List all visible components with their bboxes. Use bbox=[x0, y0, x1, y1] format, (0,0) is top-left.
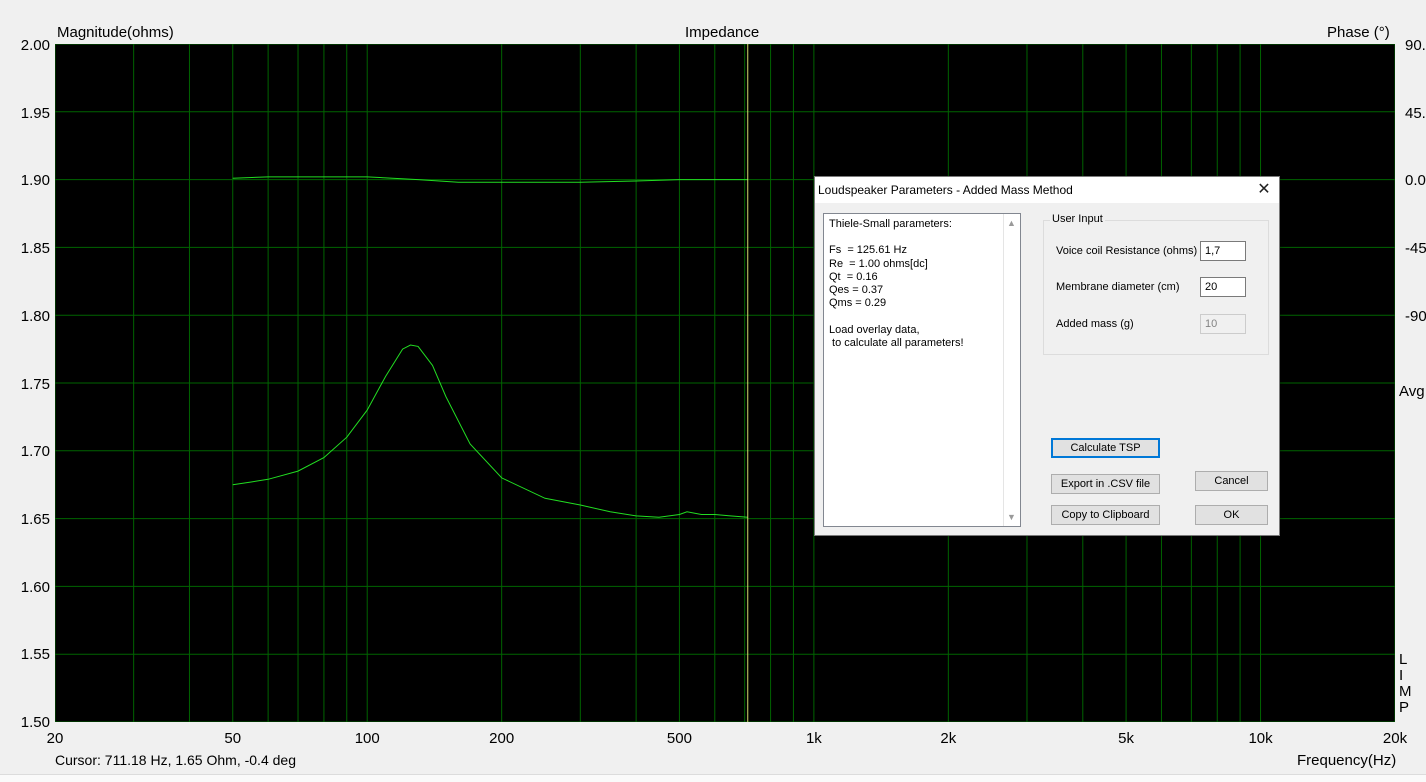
added-mass-input[interactable]: 10 bbox=[1200, 314, 1246, 334]
y-tick-label: 1.55 bbox=[20, 646, 50, 663]
phase-tick-label: -90. bbox=[1405, 308, 1426, 325]
x-tick-label: 1k bbox=[805, 730, 822, 747]
results-scrollbar[interactable]: ▲ ▼ bbox=[1003, 214, 1020, 526]
close-icon[interactable]: ✕ bbox=[1249, 177, 1279, 203]
dialog-title: Loudspeaker Parameters - Added Mass Meth… bbox=[818, 183, 1073, 197]
added-mass-label: Added mass (g) bbox=[1056, 318, 1134, 330]
x-tick-label: 500 bbox=[666, 730, 692, 747]
user-input-legend: User Input bbox=[1050, 213, 1105, 225]
loudspeaker-parameters-dialog: Loudspeaker Parameters - Added Mass Meth… bbox=[814, 176, 1280, 536]
phase-tick-label: -45. bbox=[1405, 240, 1426, 257]
x-tick-label: 5k bbox=[1118, 730, 1134, 747]
cancel-button[interactable]: Cancel bbox=[1195, 471, 1268, 491]
phase-tick-label: 0.0 bbox=[1405, 172, 1426, 189]
x-tick-label: 10k bbox=[1248, 730, 1273, 747]
phase-tick-label: 45.0 bbox=[1405, 105, 1426, 122]
x-tick-label: 50 bbox=[224, 730, 242, 747]
calculate-tsp-button[interactable]: Calculate TSP bbox=[1051, 438, 1160, 458]
x-axis-title: Frequency(Hz) bbox=[1297, 752, 1397, 769]
y-tick-label: 1.90 bbox=[20, 172, 50, 189]
x-tick-label: 20 bbox=[46, 730, 64, 747]
y-tick-label: 1.95 bbox=[20, 105, 50, 122]
membrane-diameter-label: Membrane diameter (cm) bbox=[1056, 281, 1180, 293]
tsp-results-text: Thiele-Small parameters: Fs = 125.61 Hz … bbox=[829, 218, 964, 349]
limp-letter: I bbox=[1399, 667, 1404, 684]
y-tick-label: 1.65 bbox=[20, 511, 50, 528]
phase-axis-title: Phase (°) bbox=[1327, 24, 1390, 41]
scroll-down-icon[interactable]: ▼ bbox=[1007, 512, 1016, 522]
limp-letter: P bbox=[1399, 699, 1410, 716]
voice-coil-resistance-label: Voice coil Resistance (ohms) bbox=[1056, 245, 1198, 257]
y-tick-label: 1.80 bbox=[20, 308, 50, 325]
x-tick-label: 100 bbox=[354, 730, 380, 747]
dialog-titlebar[interactable]: Loudspeaker Parameters - Added Mass Meth… bbox=[815, 177, 1279, 203]
x-tick-label: 20k bbox=[1382, 730, 1408, 747]
y-tick-label: 2.00 bbox=[20, 37, 50, 54]
y-tick-label: 1.50 bbox=[20, 714, 50, 731]
membrane-diameter-input[interactable]: 20 bbox=[1200, 277, 1246, 297]
x-tick-label: 200 bbox=[489, 730, 515, 747]
copy-to-clipboard-button[interactable]: Copy to Clipboard bbox=[1051, 505, 1160, 525]
user-input-group: User Input Voice coil Resistance (ohms) … bbox=[1043, 213, 1269, 355]
export-csv-button[interactable]: Export in .CSV file bbox=[1051, 474, 1160, 494]
limp-letter: M bbox=[1399, 683, 1412, 700]
y-tick-label: 1.85 bbox=[20, 240, 50, 257]
chart-title: Impedance bbox=[685, 24, 760, 41]
voice-coil-resistance-input[interactable]: 1,7 bbox=[1200, 241, 1246, 261]
average-label: Avg: bbox=[1399, 383, 1426, 400]
scroll-up-icon[interactable]: ▲ bbox=[1007, 218, 1016, 228]
ok-button[interactable]: OK bbox=[1195, 505, 1268, 525]
tsp-results-box[interactable]: Thiele-Small parameters: Fs = 125.61 Hz … bbox=[823, 213, 1021, 527]
limp-letter: L bbox=[1399, 651, 1408, 668]
x-tick-label: 2k bbox=[940, 730, 957, 747]
y-axis-title: Magnitude(ohms) bbox=[57, 24, 174, 41]
y-tick-label: 1.60 bbox=[20, 579, 50, 596]
y-tick-label: 1.75 bbox=[20, 376, 50, 393]
y-tick-label: 1.70 bbox=[20, 443, 50, 460]
phase-tick-label: 90. bbox=[1405, 37, 1426, 54]
cursor-readout: Cursor: 711.18 Hz, 1.65 Ohm, -0.4 deg bbox=[55, 752, 296, 768]
